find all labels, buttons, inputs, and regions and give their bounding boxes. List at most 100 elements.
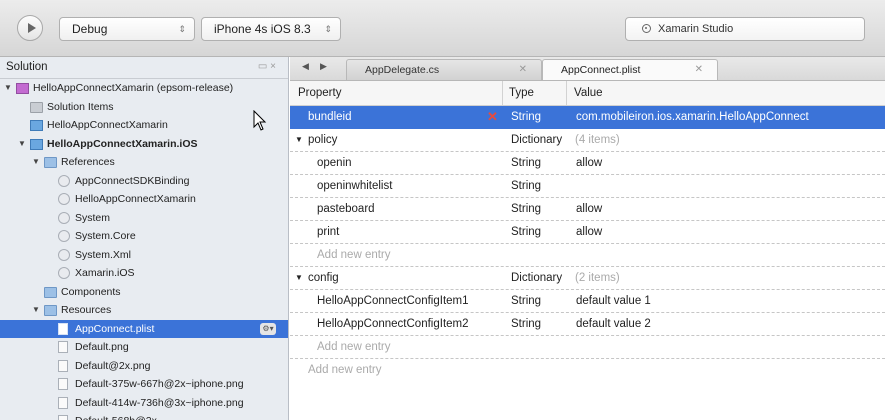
disclosure-triangle-icon[interactable]: ▼ — [32, 153, 40, 172]
tab-appdelegate[interactable]: AppDelegate.cs ✕ — [346, 59, 542, 80]
type-cell[interactable]: String — [511, 152, 541, 174]
tree-item[interactable]: Default@2x.png — [0, 357, 288, 376]
disclosure-triangle-icon[interactable]: ▼ — [295, 267, 303, 289]
device-label: iPhone 4s iOS 8.3 — [214, 22, 311, 36]
tree-item[interactable]: AppConnect.plist ⚙▾ — [0, 319, 288, 338]
property-cell[interactable]: Add new entry — [317, 336, 391, 358]
tree-item-label: System.Xml — [75, 248, 132, 261]
property-cell[interactable]: Add new entry — [308, 359, 382, 381]
tree-item[interactable]: System.Xml — [0, 246, 288, 265]
type-cell[interactable]: String — [511, 175, 541, 197]
plist-row[interactable]: bundleid ✕ String com.mobileiron.ios.xamari… — [290, 106, 885, 129]
type-cell[interactable]: String — [511, 106, 541, 128]
property-cell[interactable]: openin — [317, 152, 352, 174]
plist-row[interactable]: print String allow — [290, 221, 885, 244]
file-icon — [58, 378, 68, 390]
tree-item-label: HelloAppConnectXamarin — [75, 193, 196, 205]
tree-item-label: Components — [61, 285, 121, 298]
tree-item[interactable]: HelloAppConnectXamarin — [0, 190, 288, 209]
disclosure-triangle-icon[interactable]: ▼ — [32, 301, 40, 320]
updown-arrows-icon: ⇕ — [324, 24, 332, 34]
plist-row[interactable]: ▼ config Dictionary (2 items) — [290, 267, 885, 290]
value-cell[interactable]: default value 1 — [576, 290, 651, 312]
type-cell[interactable]: Dictionary — [511, 267, 562, 289]
add-entry-row[interactable]: Add new entry — [290, 336, 885, 359]
file-icon — [58, 396, 68, 409]
solution-tree: ▼ HelloAppConnectXamarin (epsom-release) S… — [0, 79, 288, 420]
tree-item-label: HelloAppConnectXamarin — [47, 119, 168, 131]
tree-item[interactable]: System.Core — [0, 227, 288, 246]
back-arrow-icon[interactable]: ◀ — [302, 61, 309, 72]
close-icon[interactable]: ✕ — [519, 60, 527, 80]
value-cell[interactable]: allow — [576, 152, 602, 174]
folder-icon — [44, 286, 57, 298]
tree-item[interactable]: System — [0, 209, 288, 228]
tree-item[interactable]: ▼ References — [0, 153, 288, 172]
type-cell[interactable]: String — [511, 221, 541, 243]
tree-item[interactable]: AppConnectSDKBinding — [0, 172, 288, 191]
type-cell[interactable]: String — [511, 198, 541, 220]
tree-item[interactable]: ▼ Resources — [0, 301, 288, 320]
tree-item[interactable]: ▼ HelloAppConnectXamarin.iOS — [0, 135, 288, 154]
tab-label: AppConnect.plist — [561, 64, 641, 76]
plist-row[interactable]: openin String allow — [290, 152, 885, 175]
type-cell[interactable]: Dictionary — [511, 129, 562, 151]
property-cell[interactable]: bundleid — [308, 106, 351, 128]
tree-item[interactable]: ▼ HelloAppConnectXamarin (epsom-release) — [0, 79, 288, 98]
tree-item-label: HelloAppConnectXamarin (epsom-release) — [33, 82, 234, 94]
type-cell[interactable]: String — [511, 313, 541, 335]
gear-icon[interactable]: ⚙▾ — [260, 322, 276, 335]
folder-icon — [44, 305, 57, 316]
plist-row[interactable]: openinwhitelist String — [290, 175, 885, 198]
property-cell[interactable]: pasteboard — [317, 198, 375, 220]
value-cell[interactable]: (2 items) — [575, 267, 620, 289]
value-cell[interactable]: default value 2 — [576, 313, 651, 335]
value-column-header[interactable]: Value — [574, 81, 603, 105]
references-folder-icon — [44, 157, 57, 168]
add-entry-row[interactable]: Add new entry — [290, 359, 885, 382]
project-icon — [30, 138, 43, 150]
configuration-selector[interactable]: Debug ⇕ — [59, 17, 195, 41]
close-icon[interactable]: ✕ — [695, 60, 703, 80]
disclosure-triangle-icon[interactable]: ▼ — [18, 135, 26, 154]
plist-row[interactable]: HelloAppConnectConfigItem1 String default … — [290, 290, 885, 313]
type-column-header[interactable]: Type — [509, 81, 534, 105]
value-cell[interactable]: (4 items) — [575, 129, 620, 151]
run-button[interactable] — [17, 15, 43, 41]
plist-row[interactable]: pasteboard String allow — [290, 198, 885, 221]
tree-item[interactable]: Default-414w-736h@3x~iphone.png — [0, 394, 288, 413]
tree-item[interactable]: Default.png — [0, 338, 288, 357]
document-tab-bar: ◀ ▶ AppDelegate.cs ✕ AppConnect.plist ✕ — [290, 57, 885, 81]
delete-icon[interactable]: ✕ — [487, 106, 498, 128]
property-cell[interactable]: config — [308, 267, 339, 289]
tab-appconnect-plist[interactable]: AppConnect.plist ✕ — [542, 59, 718, 80]
disclosure-triangle-icon[interactable]: ▼ — [295, 129, 303, 151]
tree-item[interactable]: Default-375w-667h@2x~iphone.png — [0, 375, 288, 394]
folder-icon — [30, 101, 43, 113]
property-column-header[interactable]: Property — [298, 81, 341, 105]
value-cell[interactable]: allow — [576, 221, 602, 243]
tree-item[interactable]: Components — [0, 283, 288, 302]
disclosure-triangle-icon[interactable]: ▼ — [4, 79, 12, 98]
pad-controls-icon[interactable]: ▭ × — [258, 57, 276, 77]
tree-item[interactable]: Solution Items — [0, 98, 288, 117]
forward-arrow-icon[interactable]: ▶ — [320, 61, 327, 72]
plist-row[interactable]: HelloAppConnectConfigItem2 String default … — [290, 313, 885, 336]
property-cell[interactable]: policy — [308, 129, 337, 151]
value-cell[interactable]: allow — [576, 198, 602, 220]
add-entry-row[interactable]: Add new entry — [290, 244, 885, 267]
tree-item[interactable]: Xamarin.iOS — [0, 264, 288, 283]
property-cell[interactable]: HelloAppConnectConfigItem2 — [317, 313, 469, 335]
plist-row[interactable]: ▼ policy Dictionary (4 items) — [290, 129, 885, 152]
tree-item[interactable]: Default-568h@2x... — [0, 412, 288, 420]
property-cell[interactable]: Add new entry — [317, 244, 391, 266]
property-cell[interactable]: openinwhitelist — [317, 175, 392, 197]
type-cell[interactable]: String — [511, 290, 541, 312]
value-cell[interactable]: com.mobileiron.ios.xamarin.HelloAppConne… — [576, 106, 809, 128]
tree-item-label: Resources — [61, 304, 112, 316]
tree-item[interactable]: HelloAppConnectXamarin — [0, 116, 288, 135]
reference-icon — [58, 174, 70, 187]
property-cell[interactable]: print — [317, 221, 339, 243]
device-selector[interactable]: iPhone 4s iOS 8.3 ⇕ — [201, 17, 341, 41]
property-cell[interactable]: HelloAppConnectConfigItem1 — [317, 290, 469, 312]
